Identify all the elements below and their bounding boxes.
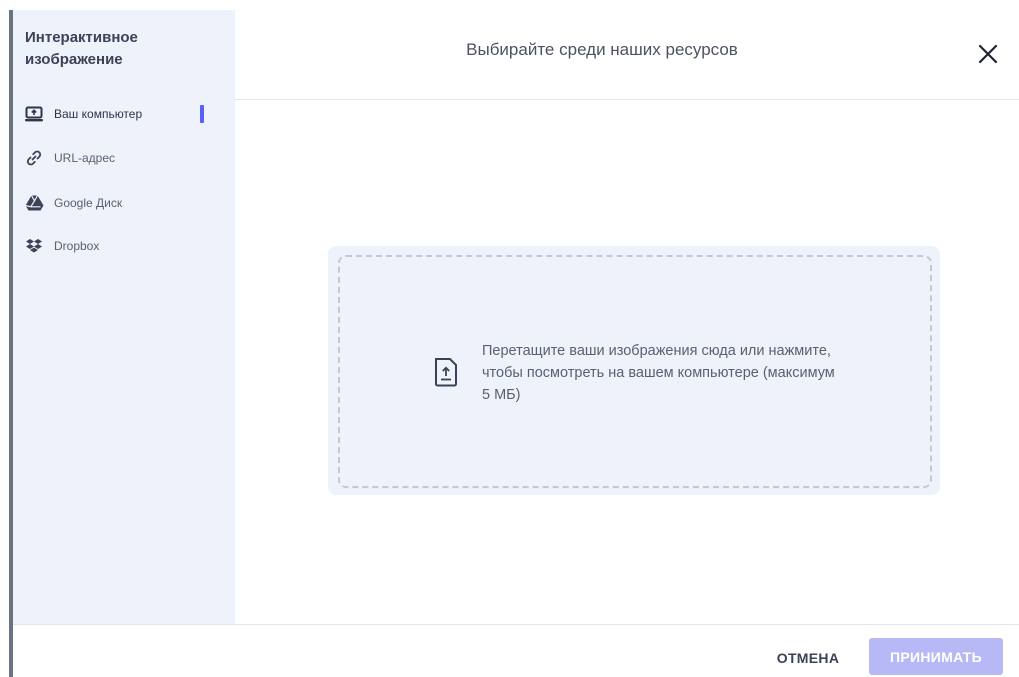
link-icon	[24, 148, 44, 168]
header-divider	[235, 99, 1019, 100]
dropbox-icon	[24, 236, 44, 256]
sidebar-item-label: Dropbox	[54, 239, 100, 253]
google-drive-icon	[24, 193, 44, 213]
dialog-title: Выбирайте среди наших ресурсов	[466, 40, 738, 59]
cancel-button[interactable]: ОТМЕНА	[760, 640, 856, 676]
sidebar-item-label: Google Диск	[54, 196, 123, 210]
sidebar-item-label: Ваш компьютер	[54, 107, 143, 121]
sidebar-item-your-computer[interactable]: Ваш компьютер	[24, 102, 224, 126]
image-picker-dialog: Интерактивное изображение Ваш компьютер …	[0, 0, 1019, 677]
laptop-upload-icon	[24, 104, 44, 124]
sidebar-item-google-drive[interactable]: Google Диск	[24, 191, 224, 215]
dropzone-instructions: Перетащите ваши изображения сюда или наж…	[482, 343, 835, 403]
sidebar-item-label: URL-адрес	[54, 151, 116, 165]
close-icon	[978, 44, 998, 69]
accept-button[interactable]: ПРИНИМАТЬ	[869, 638, 1003, 675]
sidebar-item-url[interactable]: URL-адрес	[24, 146, 224, 170]
sidebar-item-dropbox[interactable]: Dropbox	[24, 234, 224, 258]
sidebar-title: Интерактивное изображение	[25, 29, 138, 68]
file-upload-icon	[432, 357, 460, 387]
footer-divider	[13, 624, 1019, 625]
close-button[interactable]	[972, 40, 1004, 72]
active-indicator	[200, 105, 204, 123]
